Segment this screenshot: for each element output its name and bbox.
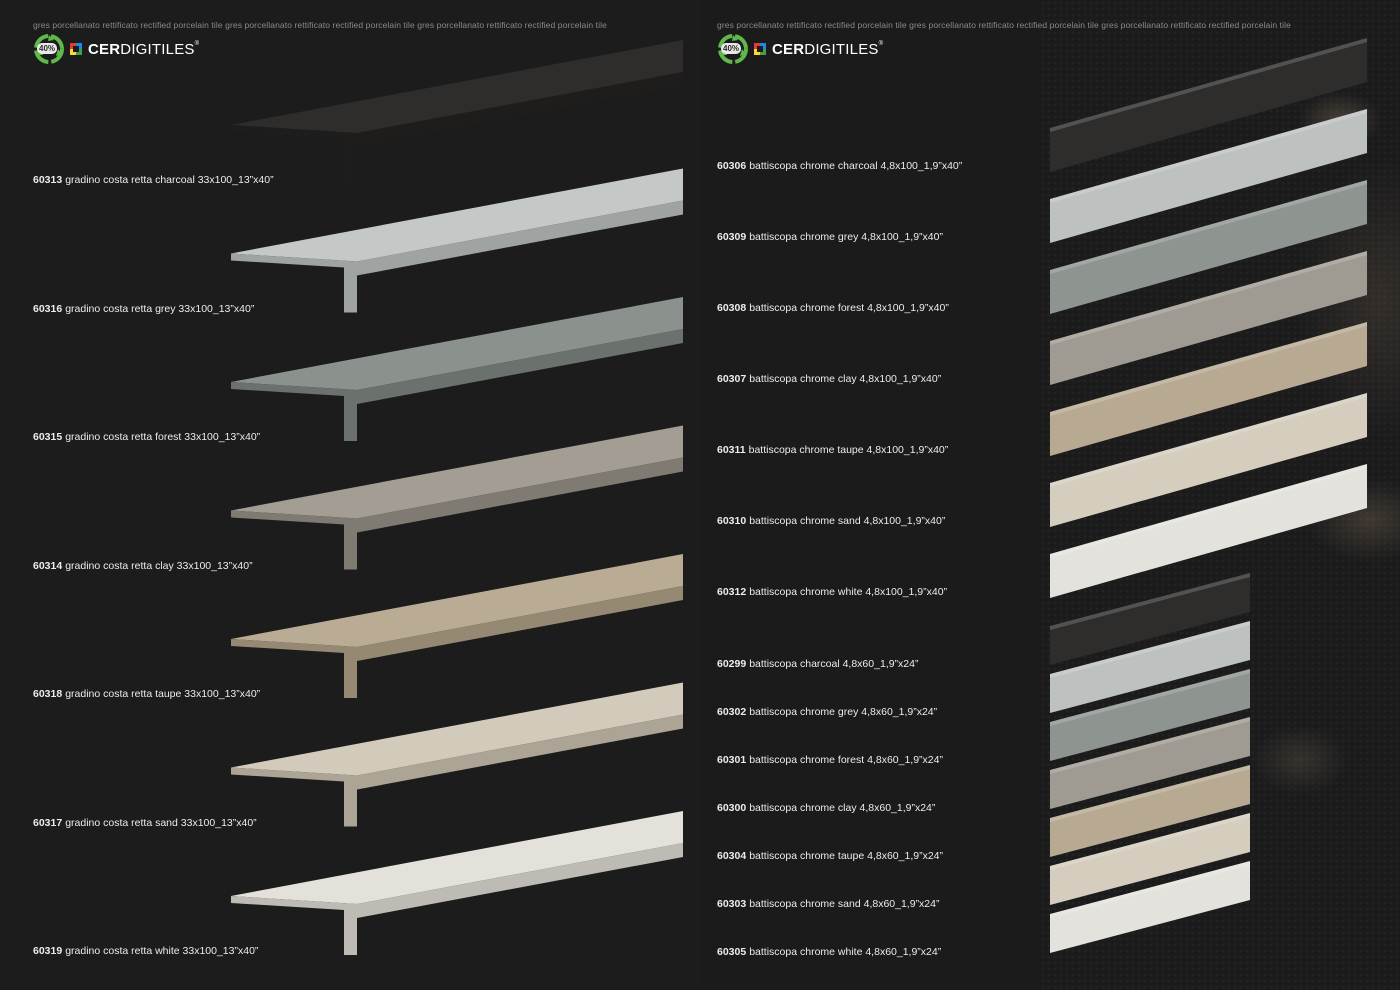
skirting-short-label: 60305 battiscopa chrome white 4,8x60_1,9”… (717, 946, 941, 958)
skirting-long-label: 60310 battiscopa chrome sand 4,8x100_1,9”… (717, 515, 945, 527)
product-code: 60317 (33, 816, 63, 829)
product-description: gradino costa retta forest 33x100_13”x40… (65, 431, 261, 443)
step-tread-illustrations (231, 40, 683, 955)
product-description: battiscopa chrome taupe 4,8x60_1,9”x24” (749, 850, 943, 862)
product-description: battiscopa chrome sand 4,8x100_1,9”x40” (749, 515, 946, 527)
product-code: 60319 (33, 945, 63, 957)
product-code: 60315 (33, 431, 63, 443)
product-code: 60312 (717, 586, 747, 598)
product-description: gradino costa retta charcoal 33x100_13”x… (65, 174, 274, 186)
step-label: 60314 gradino costa retta clay 33x100_13”… (33, 560, 253, 572)
product-description: battiscopa chrome clay 4,8x60_1,9”x24” (749, 802, 936, 814)
skirting-illustrations (1050, 38, 1367, 953)
product-code: 60305 (717, 946, 747, 958)
skirting-short-label: 60299 battiscopa charcoal 4,8x60_1,9”x24” (717, 658, 918, 670)
product-code: 60308 (717, 302, 747, 314)
product-code: 60313 (33, 174, 63, 186)
product-description: battiscopa chrome white 4,8x60_1,9”x24” (749, 946, 942, 958)
step-label: 60313 gradino costa retta charcoal 33x100… (33, 174, 274, 186)
skirting-long-label: 60312 battiscopa chrome white 4,8x100_1,9… (717, 586, 947, 598)
skirting-long-label: 60308 battiscopa chrome forest 4,8x100_1,… (717, 302, 949, 314)
left-page: gres porcellanato rettificato rectified … (0, 0, 700, 990)
product-description: battiscopa charcoal 4,8x60_1,9”x24” (749, 658, 919, 670)
skirting-short-label: 60304 battiscopa chrome taupe 4,8x60_1,9”… (717, 850, 943, 862)
product-code: 60301 (717, 754, 747, 766)
skirting-short-label: 60303 battiscopa chrome sand 4,8x60_1,9”x… (717, 898, 940, 910)
step-label: 60319 gradino costa retta white 33x100_13… (33, 945, 258, 957)
skirting-long-label: 60311 battiscopa chrome taupe 4,8x100_1,9… (717, 444, 948, 456)
step-label: 60317 gradino costa retta sand 33x100_13”… (33, 817, 257, 829)
step-label: 60318 gradino costa retta taupe 33x100_13… (33, 688, 260, 700)
skirting-short-label: 60301 battiscopa chrome forest 4,8x60_1,9… (717, 754, 943, 766)
product-description: battiscopa chrome forest 4,8x60_1,9”x24” (749, 754, 943, 766)
product-code: 60303 (717, 898, 747, 910)
product-description: battiscopa chrome clay 4,8x100_1,9”x40” (749, 373, 942, 385)
product-code: 60307 (717, 373, 747, 385)
product-description: battiscopa chrome grey 4,8x60_1,9”x24” (749, 706, 938, 718)
product-code: 60311 (717, 444, 746, 456)
skirting-short-label: 60300 battiscopa chrome clay 4,8x60_1,9”x… (717, 802, 935, 814)
product-code: 60318 (33, 688, 63, 700)
skirting-long-label: 60307 battiscopa chrome clay 4,8x100_1,9”… (717, 373, 941, 385)
product-description: battiscopa chrome white 4,8x100_1,9”x40” (749, 586, 948, 598)
product-description: gradino costa retta taupe 33x100_13”x40” (65, 688, 261, 700)
product-code: 60310 (717, 515, 747, 527)
step-label: 60316 gradino costa retta grey 33x100_13”… (33, 303, 254, 315)
product-code: 60304 (717, 850, 747, 862)
product-description: battiscopa chrome taupe 4,8x100_1,9”x40” (748, 444, 949, 456)
product-description: gradino costa retta white 33x100_13”x40” (65, 945, 259, 957)
product-code: 60299 (717, 658, 747, 670)
product-code: 60300 (717, 802, 747, 814)
product-code: 60306 (717, 160, 747, 172)
product-description: gradino costa retta clay 33x100_13”x40” (65, 559, 253, 572)
product-code: 60316 (33, 302, 63, 315)
product-code: 60309 (717, 231, 747, 243)
product-description: gradino costa retta sand 33x100_13”x40” (65, 816, 257, 829)
skirting-short-label: 60302 battiscopa chrome grey 4,8x60_1,9”x… (717, 706, 937, 718)
product-description: battiscopa chrome grey 4,8x100_1,9”x40” (749, 231, 943, 243)
step-label: 60315 gradino costa retta forest 33x100_1… (33, 431, 260, 443)
product-description: gradino costa retta grey 33x100_13”x40” (65, 302, 255, 315)
skirting-long-label: 60309 battiscopa chrome grey 4,8x100_1,9”… (717, 231, 943, 243)
product-code: 60302 (717, 706, 747, 718)
right-page: gres porcellanato rettificato rectified … (700, 0, 1400, 990)
product-code: 60314 (33, 559, 63, 572)
product-description: battiscopa chrome forest 4,8x100_1,9”x40… (749, 302, 949, 314)
product-description: battiscopa chrome charcoal 4,8x100_1,9”x… (749, 160, 963, 172)
product-description: battiscopa chrome sand 4,8x60_1,9”x24” (749, 898, 940, 910)
skirting-long-label: 60306 battiscopa chrome charcoal 4,8x100_… (717, 160, 962, 172)
